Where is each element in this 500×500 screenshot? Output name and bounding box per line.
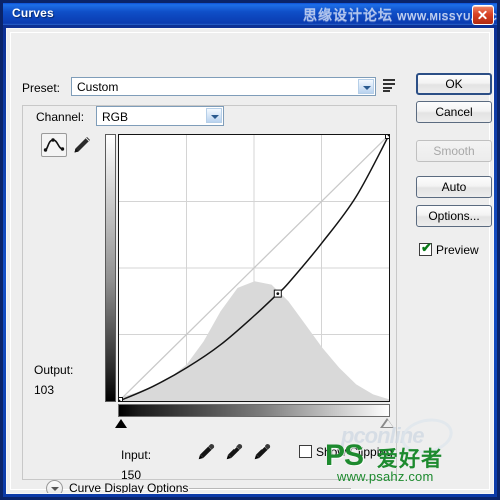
set-white-point-eyedropper-icon[interactable] bbox=[251, 441, 273, 463]
set-gray-point-eyedropper-icon[interactable] bbox=[223, 441, 245, 463]
chevron-down-icon[interactable] bbox=[358, 79, 374, 94]
preset-value: Custom bbox=[77, 80, 119, 94]
preview-label: Preview bbox=[436, 243, 479, 257]
set-black-point-eyedropper-icon[interactable] bbox=[195, 441, 217, 463]
output-label: Output: bbox=[34, 363, 74, 377]
pencil-icon[interactable] bbox=[69, 133, 95, 157]
black-point-slider[interactable] bbox=[115, 419, 127, 428]
curve-graph[interactable] bbox=[105, 134, 394, 428]
close-icon[interactable] bbox=[472, 5, 494, 25]
channel-label: Channel: bbox=[33, 110, 88, 124]
input-gradient-bar-wrap bbox=[115, 404, 394, 428]
input-label: Input: bbox=[121, 448, 152, 462]
section-divider bbox=[189, 488, 351, 489]
preset-select[interactable]: Custom bbox=[71, 77, 376, 96]
chevron-down-icon[interactable] bbox=[206, 108, 222, 123]
channel-select[interactable]: RGB bbox=[96, 106, 224, 126]
smooth-button: Smooth bbox=[416, 140, 492, 162]
curve-plot-svg bbox=[119, 135, 389, 401]
dialog-client-area: Preset: Custom Channel: RGB Output: 103 … bbox=[6, 28, 494, 494]
auto-button[interactable]: Auto bbox=[416, 176, 492, 198]
show-clipping-checkbox[interactable] bbox=[299, 445, 312, 458]
watermark-ring bbox=[398, 413, 456, 459]
show-clipping-label: Show Clipping bbox=[316, 445, 393, 459]
channel-value: RGB bbox=[102, 110, 129, 124]
chevron-down-circle-icon[interactable] bbox=[46, 480, 63, 493]
cancel-button[interactable]: Cancel bbox=[416, 101, 492, 123]
window-title: Curves bbox=[12, 6, 54, 20]
input-value: 150 bbox=[121, 468, 142, 482]
title-watermark: 思缘设计论坛WWW.MISSYUAN.COM bbox=[303, 5, 497, 25]
preset-menu-icon[interactable] bbox=[383, 78, 397, 93]
output-gradient-bar bbox=[105, 134, 116, 402]
output-value: 103 bbox=[34, 383, 55, 397]
curves-dialog-window: Curves 思缘设计论坛WWW.MISSYUAN.COM Preset: Cu… bbox=[0, 0, 500, 500]
dialog-panel: Preset: Custom Channel: RGB Output: 103 … bbox=[10, 32, 492, 493]
preview-checkbox[interactable]: ✔ bbox=[419, 240, 432, 256]
preset-label: Preset: bbox=[22, 81, 61, 95]
options-button[interactable]: Options... bbox=[416, 205, 492, 227]
ok-button[interactable]: OK bbox=[416, 73, 492, 95]
input-gradient-bar bbox=[118, 404, 390, 417]
curve-edit-icon[interactable] bbox=[41, 133, 67, 157]
checkmark-icon: ✔ bbox=[421, 240, 432, 255]
title-watermark-cn: 思缘设计论坛 bbox=[303, 7, 393, 23]
white-point-slider-fill bbox=[382, 420, 393, 427]
title-bar: Curves 思缘设计论坛WWW.MISSYUAN.COM bbox=[3, 3, 497, 25]
curve-plot-area[interactable] bbox=[118, 134, 390, 402]
curve-display-options-label: Curve Display Options bbox=[69, 481, 189, 494]
